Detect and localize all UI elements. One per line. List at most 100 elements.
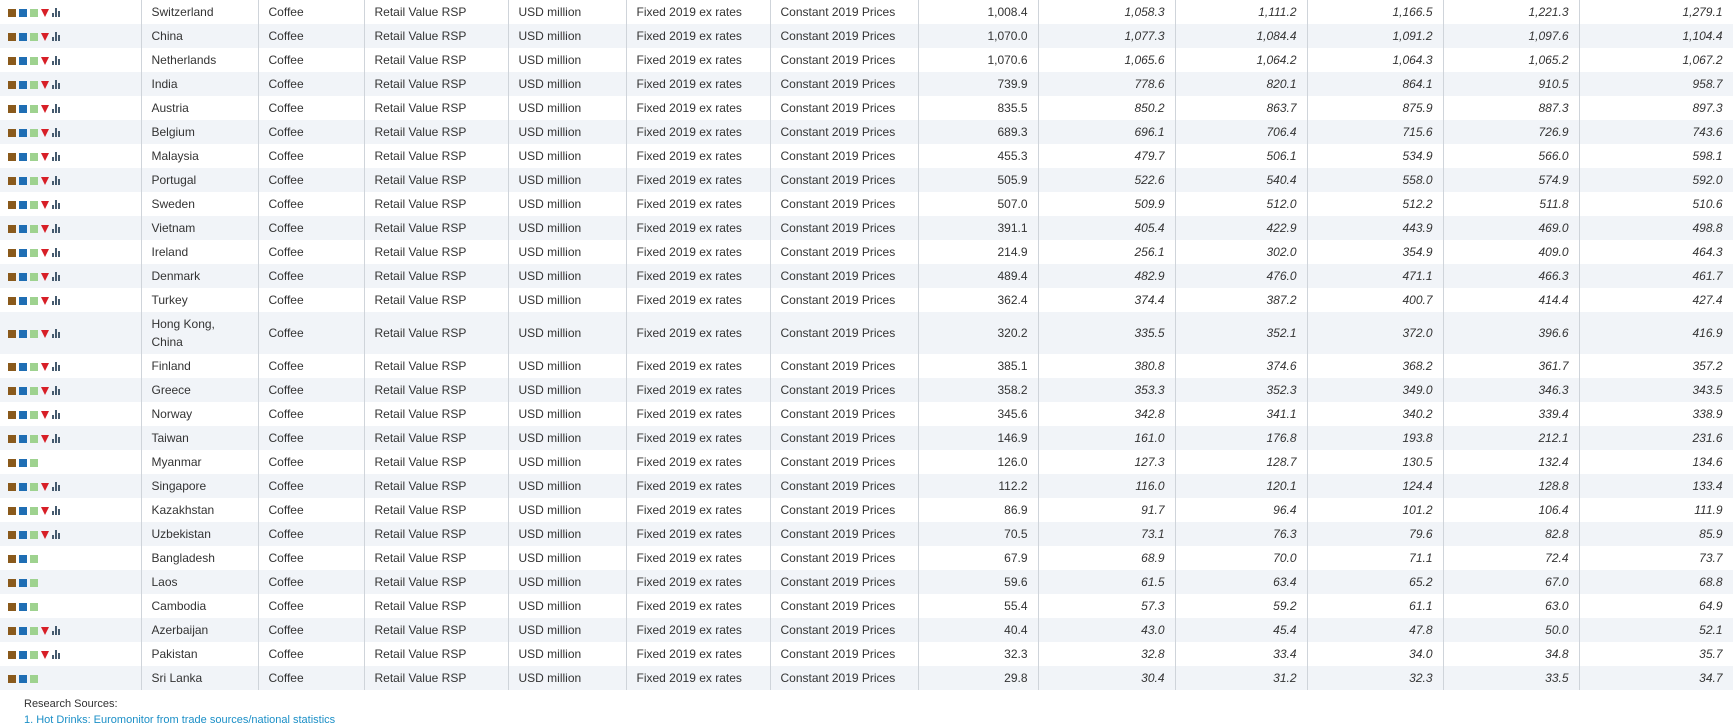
filter-icon[interactable]	[41, 224, 49, 233]
industry-icon[interactable]	[30, 554, 38, 563]
category-icon[interactable]	[19, 224, 27, 233]
geography-icon[interactable]	[8, 650, 16, 659]
category-icon[interactable]	[19, 56, 27, 65]
category-icon[interactable]	[19, 176, 27, 185]
geography-icon[interactable]	[8, 506, 16, 515]
industry-icon[interactable]	[30, 506, 38, 515]
geography-icon[interactable]	[8, 554, 16, 563]
chart-icon[interactable]	[52, 56, 62, 66]
chart-icon[interactable]	[52, 650, 62, 660]
chart-icon[interactable]	[52, 8, 62, 18]
geography-icon[interactable]	[8, 152, 16, 161]
industry-icon[interactable]	[30, 674, 38, 683]
category-icon[interactable]	[19, 506, 27, 515]
chart-icon[interactable]	[52, 386, 62, 396]
chart-icon[interactable]	[52, 362, 62, 372]
geography-icon[interactable]	[8, 272, 16, 281]
category-icon[interactable]	[19, 104, 27, 113]
industry-icon[interactable]	[30, 104, 38, 113]
filter-icon[interactable]	[41, 152, 49, 161]
geography-icon[interactable]	[8, 248, 16, 257]
geography-icon[interactable]	[8, 296, 16, 305]
category-icon[interactable]	[19, 434, 27, 443]
industry-icon[interactable]	[30, 32, 38, 41]
category-icon[interactable]	[19, 650, 27, 659]
geography-icon[interactable]	[8, 8, 16, 17]
geography-icon[interactable]	[8, 80, 16, 89]
chart-icon[interactable]	[52, 32, 62, 42]
geography-icon[interactable]	[8, 578, 16, 587]
category-icon[interactable]	[19, 626, 27, 635]
category-icon[interactable]	[19, 602, 27, 611]
geography-icon[interactable]	[8, 434, 16, 443]
industry-icon[interactable]	[30, 650, 38, 659]
filter-icon[interactable]	[41, 104, 49, 113]
industry-icon[interactable]	[30, 458, 38, 467]
filter-icon[interactable]	[41, 272, 49, 281]
category-icon[interactable]	[19, 8, 27, 17]
category-icon[interactable]	[19, 410, 27, 419]
category-icon[interactable]	[19, 554, 27, 563]
category-icon[interactable]	[19, 386, 27, 395]
chart-icon[interactable]	[52, 434, 62, 444]
filter-icon[interactable]	[41, 248, 49, 257]
category-icon[interactable]	[19, 200, 27, 209]
chart-icon[interactable]	[52, 626, 62, 636]
chart-icon[interactable]	[52, 530, 62, 540]
industry-icon[interactable]	[30, 482, 38, 491]
category-icon[interactable]	[19, 128, 27, 137]
geography-icon[interactable]	[8, 224, 16, 233]
chart-icon[interactable]	[52, 152, 62, 162]
chart-icon[interactable]	[52, 176, 62, 186]
industry-icon[interactable]	[30, 128, 38, 137]
category-icon[interactable]	[19, 32, 27, 41]
chart-icon[interactable]	[52, 272, 62, 282]
chart-icon[interactable]	[52, 200, 62, 210]
geography-icon[interactable]	[8, 530, 16, 539]
chart-icon[interactable]	[52, 296, 62, 306]
chart-icon[interactable]	[52, 248, 62, 258]
filter-icon[interactable]	[41, 506, 49, 515]
geography-icon[interactable]	[8, 362, 16, 371]
industry-icon[interactable]	[30, 8, 38, 17]
filter-icon[interactable]	[41, 410, 49, 419]
industry-icon[interactable]	[30, 386, 38, 395]
filter-icon[interactable]	[41, 650, 49, 659]
geography-icon[interactable]	[8, 410, 16, 419]
geography-icon[interactable]	[8, 128, 16, 137]
chart-icon[interactable]	[52, 80, 62, 90]
category-icon[interactable]	[19, 482, 27, 491]
source-link[interactable]: 1. Hot Drinks: Euromonitor from trade so…	[24, 714, 335, 726]
filter-icon[interactable]	[41, 128, 49, 137]
filter-icon[interactable]	[41, 386, 49, 395]
category-icon[interactable]	[19, 296, 27, 305]
geography-icon[interactable]	[8, 32, 16, 41]
geography-icon[interactable]	[8, 329, 16, 338]
geography-icon[interactable]	[8, 626, 16, 635]
geography-icon[interactable]	[8, 674, 16, 683]
geography-icon[interactable]	[8, 482, 16, 491]
geography-icon[interactable]	[8, 200, 16, 209]
category-icon[interactable]	[19, 578, 27, 587]
industry-icon[interactable]	[30, 602, 38, 611]
filter-icon[interactable]	[41, 362, 49, 371]
category-icon[interactable]	[19, 674, 27, 683]
geography-icon[interactable]	[8, 458, 16, 467]
geography-icon[interactable]	[8, 602, 16, 611]
industry-icon[interactable]	[30, 296, 38, 305]
chart-icon[interactable]	[52, 128, 62, 138]
geography-icon[interactable]	[8, 104, 16, 113]
industry-icon[interactable]	[30, 272, 38, 281]
industry-icon[interactable]	[30, 530, 38, 539]
filter-icon[interactable]	[41, 434, 49, 443]
industry-icon[interactable]	[30, 152, 38, 161]
chart-icon[interactable]	[52, 224, 62, 234]
filter-icon[interactable]	[41, 482, 49, 491]
filter-icon[interactable]	[41, 176, 49, 185]
category-icon[interactable]	[19, 80, 27, 89]
industry-icon[interactable]	[30, 176, 38, 185]
category-icon[interactable]	[19, 248, 27, 257]
filter-icon[interactable]	[41, 626, 49, 635]
filter-icon[interactable]	[41, 56, 49, 65]
industry-icon[interactable]	[30, 578, 38, 587]
